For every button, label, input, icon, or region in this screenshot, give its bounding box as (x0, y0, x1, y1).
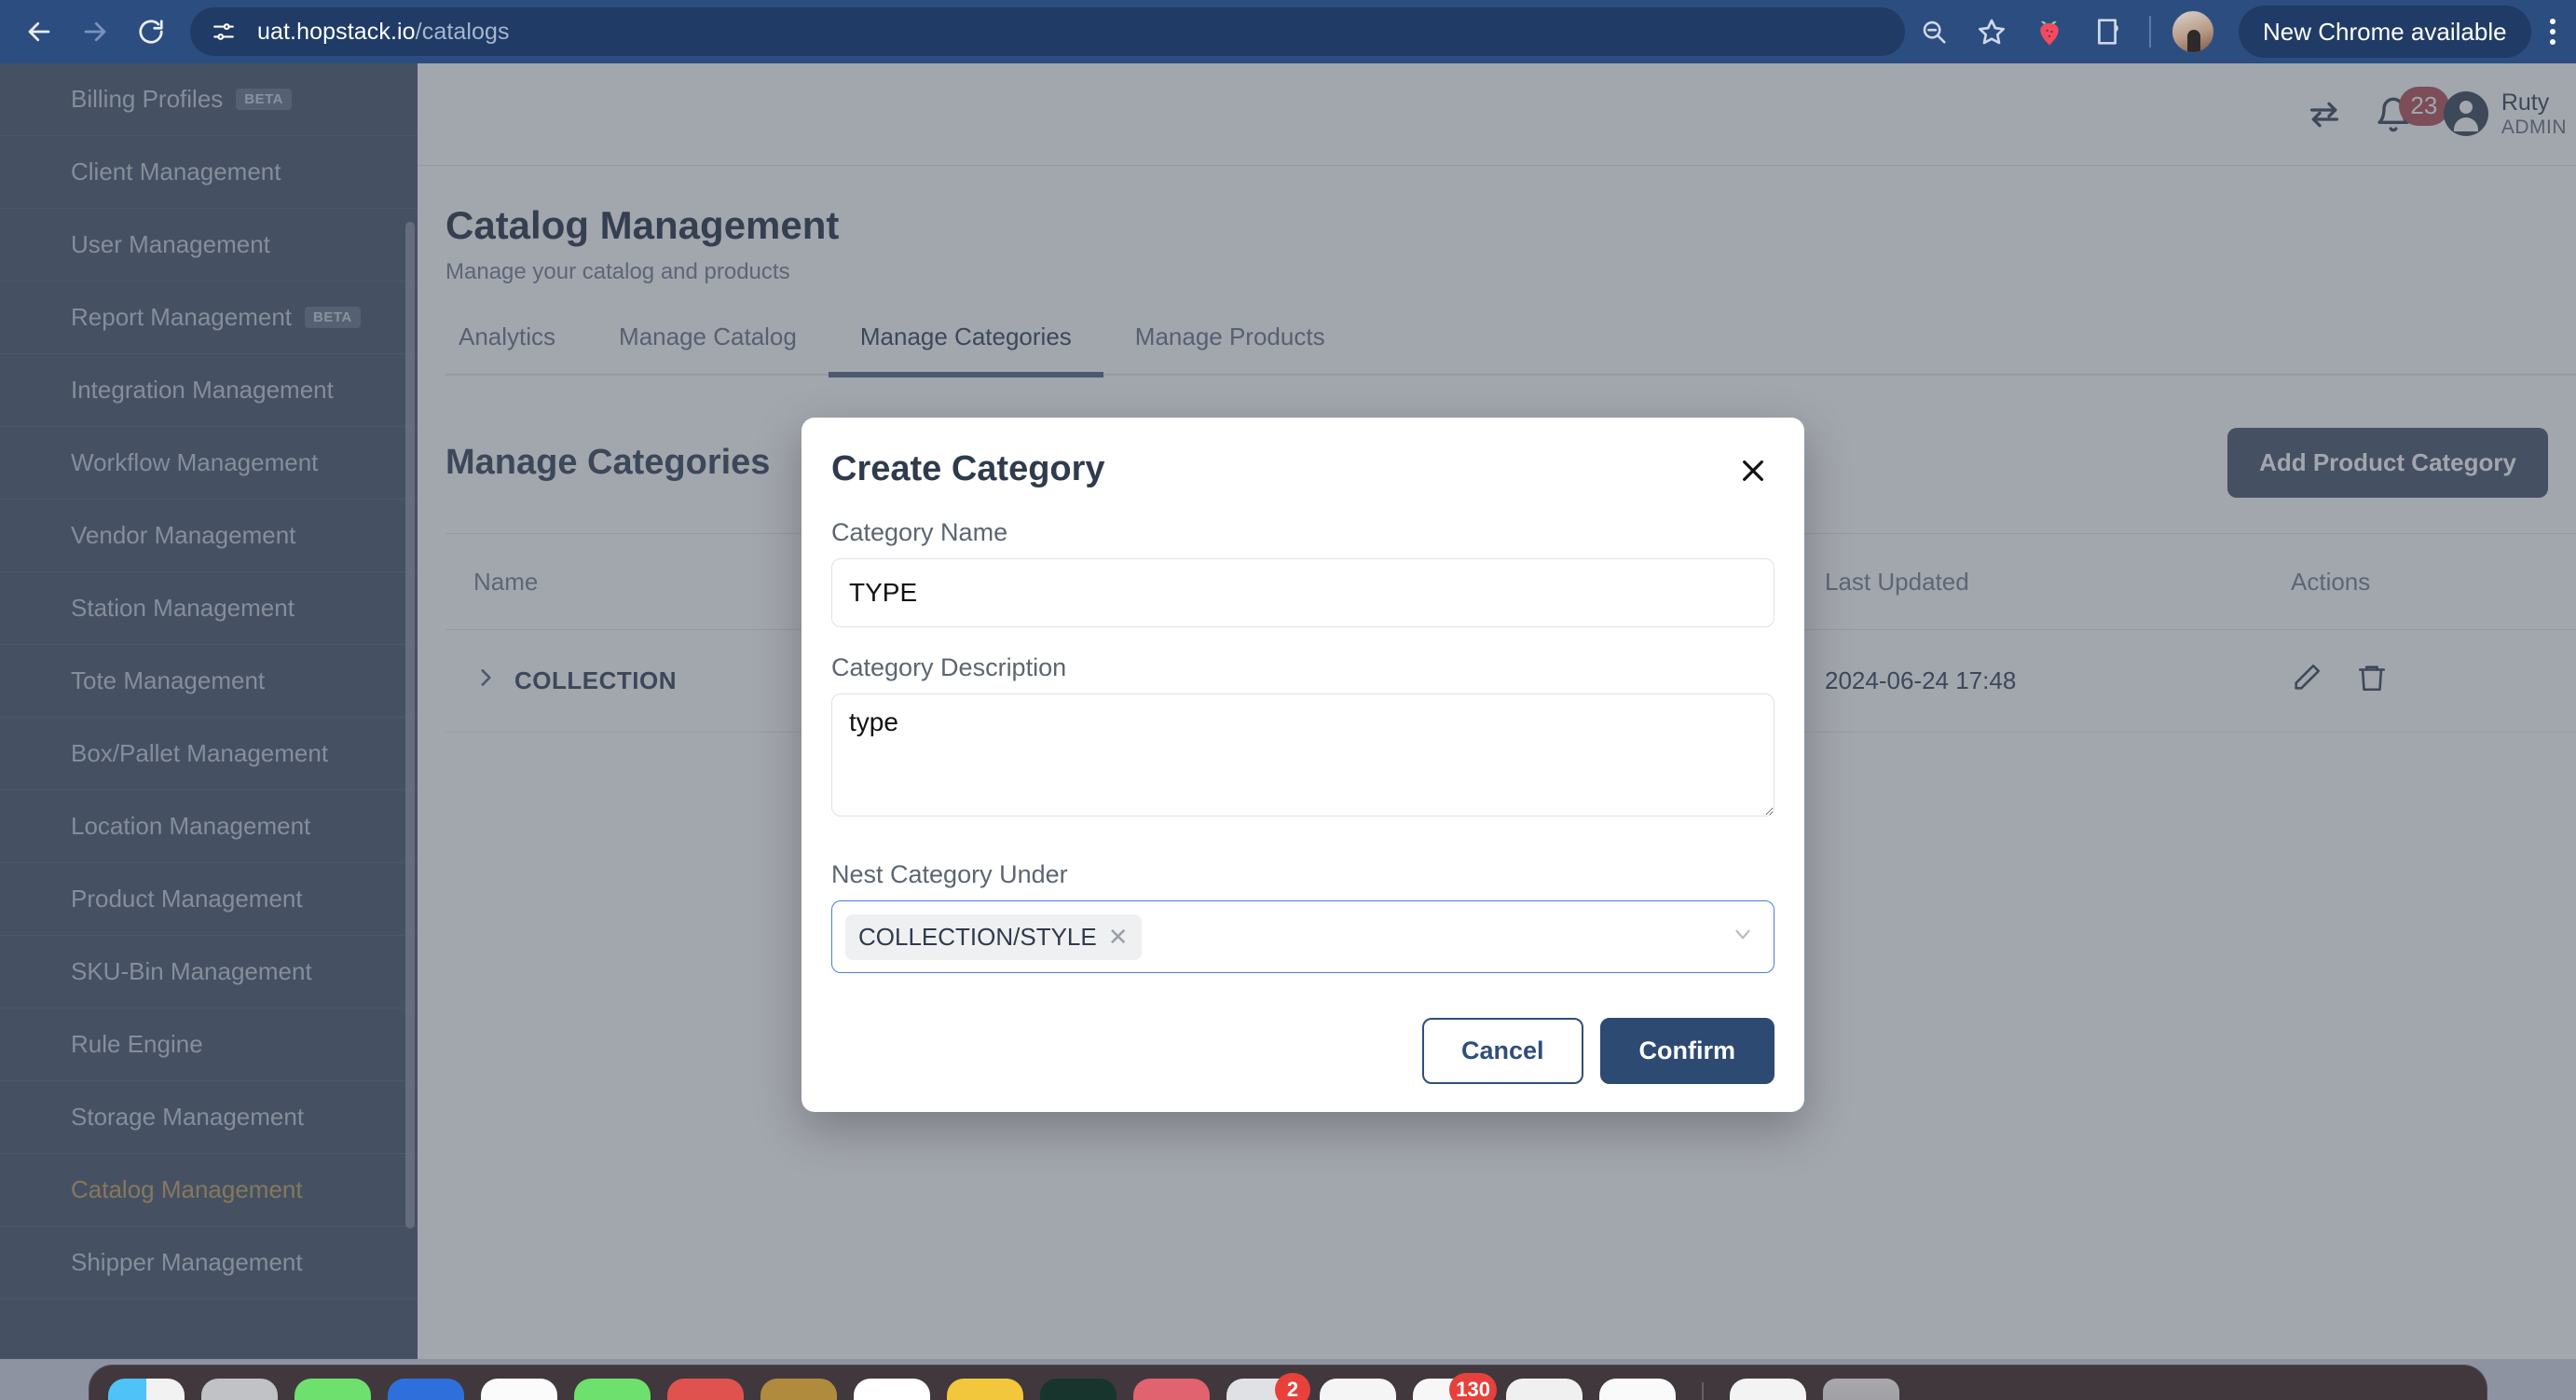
browser-right-actions: New Chrome available (1905, 6, 2576, 58)
nest-category-select[interactable]: COLLECTION/STYLE ✕ (831, 900, 1774, 973)
toolbar-divider (2149, 16, 2151, 48)
category-name-label: Category Name (831, 518, 1774, 547)
back-arrow-icon[interactable] (13, 6, 65, 58)
dock-icon-browser-white[interactable] (481, 1379, 557, 1400)
dock-icon-jun-red[interactable] (667, 1379, 744, 1400)
dock-icon-yellow-app[interactable] (947, 1379, 1023, 1400)
url-host: uat.hopstack.io (257, 19, 416, 45)
dock-icon-notes-gold[interactable] (760, 1379, 837, 1400)
profile-avatar-icon[interactable] (2164, 6, 2222, 58)
dock-icon-launchpad[interactable] (201, 1379, 278, 1400)
dock-icon-finder[interactable] (108, 1379, 185, 1400)
site-settings-icon[interactable] (203, 11, 244, 52)
dock-icon-messages[interactable] (295, 1379, 371, 1400)
spacer (831, 627, 1774, 653)
cancel-button[interactable]: Cancel (1422, 1018, 1583, 1084)
modal-header: Create Category (831, 449, 1774, 492)
strawberry-extension-icon[interactable] (2021, 6, 2078, 58)
category-name-input[interactable] (831, 558, 1774, 627)
chevron-down-icon[interactable] (1731, 922, 1761, 953)
close-x-icon[interactable] (1732, 449, 1774, 492)
browser-toolbar: uat.hopstack.io/catalogs New Chrome avai… (0, 0, 2576, 63)
browser-nav-buttons (0, 6, 177, 58)
spacer (831, 821, 1774, 860)
chip-label: COLLECTION/STYLE (858, 923, 1097, 952)
dock-badge: 130 (1449, 1373, 1497, 1400)
category-description-label: Category Description (831, 653, 1774, 682)
modal-footer: Cancel Confirm (831, 1018, 1774, 1084)
macos-dock: 2 130 (0, 1359, 2576, 1400)
confirm-button[interactable]: Confirm (1600, 1018, 1775, 1084)
nest-category-under-label: Nest Category Under (831, 860, 1774, 889)
extensions-puzzle-icon[interactable] (2078, 6, 2136, 58)
dock-icon-docs-white[interactable] (854, 1379, 930, 1400)
url-path: /catalogs (416, 19, 510, 45)
create-category-modal: Create Category Category Name Category D… (802, 418, 1804, 1112)
url-text: uat.hopstack.io/catalogs (257, 19, 510, 46)
modal-title: Create Category (831, 449, 1105, 489)
dock-badge: 2 (1275, 1373, 1310, 1400)
dock-divider (1702, 1382, 1704, 1400)
dock-icon-phone[interactable] (574, 1379, 651, 1400)
selected-category-chip: COLLECTION/STYLE ✕ (845, 914, 1142, 960)
dock-icon-zoom-app[interactable]: 2 (1226, 1379, 1303, 1400)
dock-icon-mail-app[interactable]: 130 (1413, 1379, 1489, 1400)
dock-icon-blue-fan-app[interactable] (1599, 1379, 1676, 1400)
forward-arrow-icon[interactable] (69, 6, 121, 58)
address-bar[interactable]: uat.hopstack.io/catalogs (190, 7, 1905, 56)
dock-icon-red-circle-app[interactable] (1320, 1379, 1396, 1400)
dock-icon-pink-app[interactable] (1133, 1379, 1210, 1400)
zoom-out-icon[interactable] (1905, 6, 1963, 58)
star-icon[interactable] (1963, 6, 2021, 58)
dock-container: 2 130 (89, 1365, 2487, 1400)
dock-icon-pen-app[interactable] (1506, 1379, 1583, 1400)
dock-trash-icon[interactable] (1823, 1379, 1899, 1400)
category-description-textarea[interactable] (831, 693, 1774, 817)
chip-remove-icon[interactable]: ✕ (1108, 923, 1129, 952)
kebab-menu-icon[interactable] (2531, 6, 2574, 58)
reload-icon[interactable] (125, 6, 177, 58)
new-chrome-available-button[interactable]: New Chrome available (2239, 6, 2531, 58)
dock-icon-dark-green-app[interactable] (1040, 1379, 1117, 1400)
dock-icon-app-blue[interactable] (388, 1379, 464, 1400)
dock-icon-downloads-stack[interactable] (1730, 1379, 1806, 1400)
